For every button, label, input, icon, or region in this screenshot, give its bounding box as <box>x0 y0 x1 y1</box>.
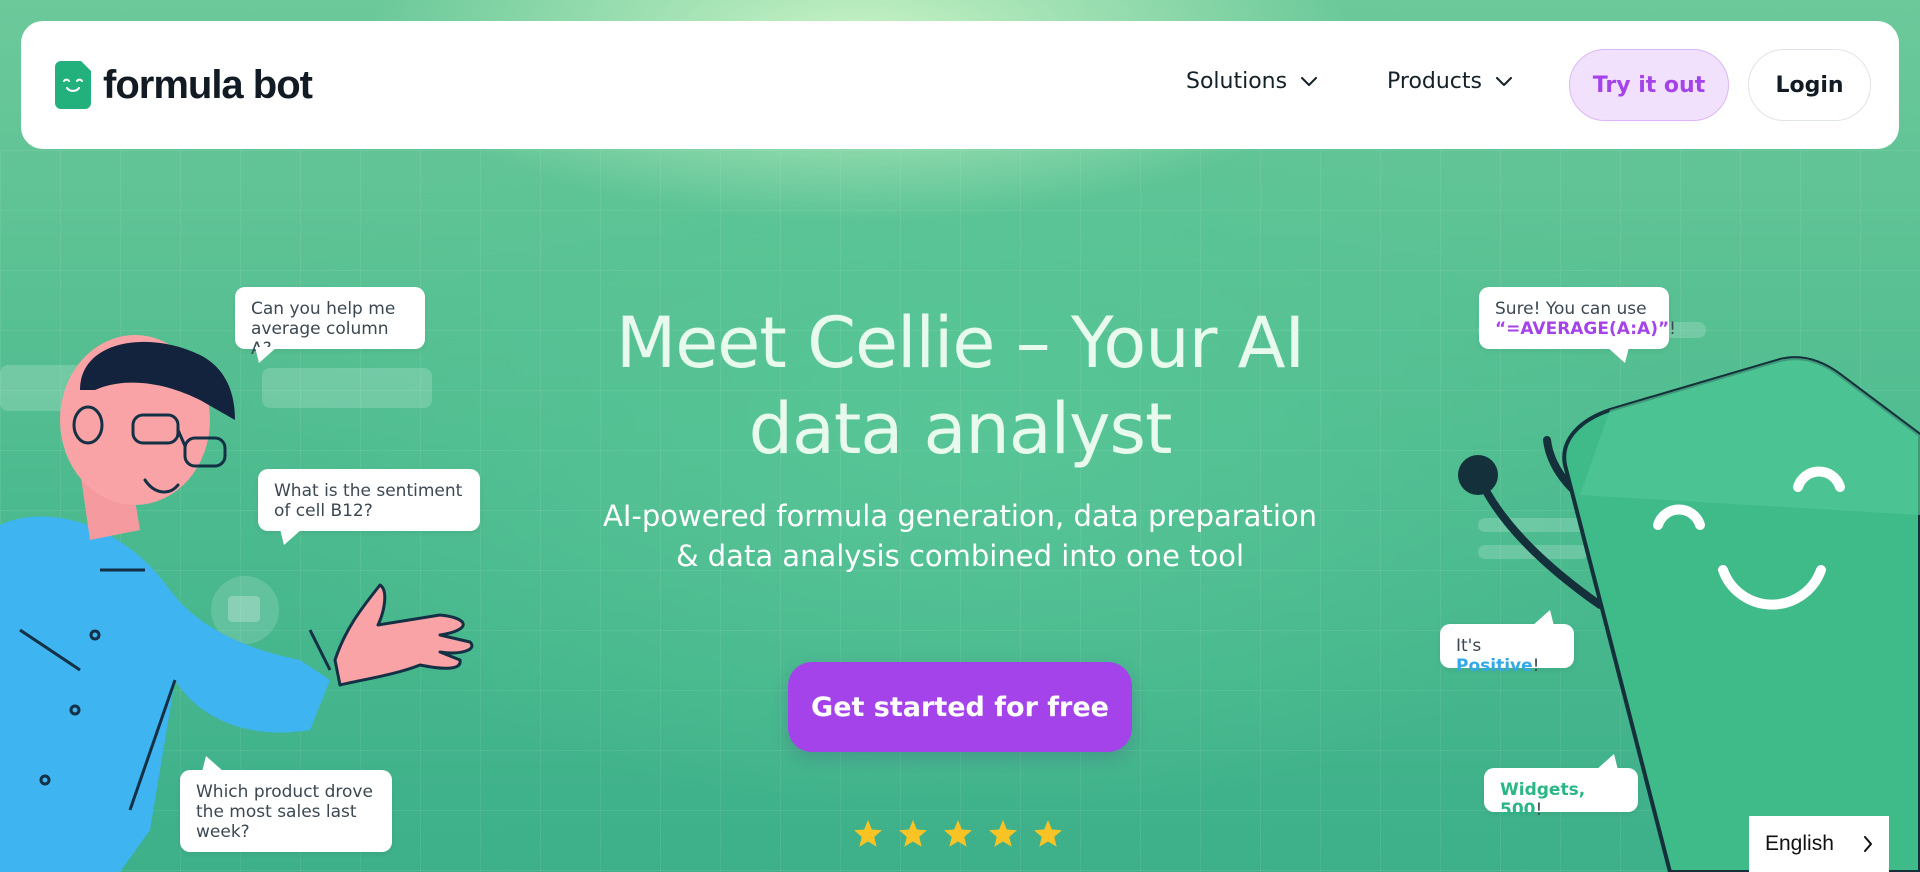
star-icon <box>989 820 1017 847</box>
hero-title: Meet Cellie – Your AI data analyst <box>560 300 1360 472</box>
chat-bubble-answer-average: Sure! You can use “=AVERAGE(A:A)”! <box>1479 287 1676 363</box>
chevron-right-icon <box>1864 836 1872 852</box>
bubble-tail <box>1596 754 1618 770</box>
hero-subtitle: AI-powered formula generation, data prep… <box>602 499 1317 573</box>
star-icon <box>854 820 882 847</box>
hero-title-line1: Meet Cellie – Your AI <box>615 302 1305 384</box>
bubble-text: What is the sentiment of cell B12? <box>274 481 463 521</box>
bubble-tail <box>255 347 277 363</box>
login-button[interactable]: Login <box>1748 49 1871 121</box>
nav-products-label: Products <box>1387 69 1482 94</box>
bubble-text-suffix: ! <box>1669 319 1676 339</box>
bubble-tail <box>1607 347 1629 363</box>
bubble-text-suffix: ! <box>1535 800 1543 820</box>
language-selector[interactable]: English <box>1749 816 1889 872</box>
bubble-text-prefix: It's <box>1456 636 1482 656</box>
nav-products[interactable]: Products <box>1387 69 1512 94</box>
language-current: English <box>1765 832 1834 855</box>
top-navbar: formula bot Solutions Products Try it ou… <box>21 21 1899 149</box>
chat-bubble-question-average: Can you help me average column A? <box>235 287 425 363</box>
bubble-text: Which product drove the most sales last … <box>196 782 373 842</box>
bubble-tail <box>1532 610 1554 626</box>
hero-title-line2: data analyst <box>748 388 1173 470</box>
chevron-down-icon <box>1496 76 1512 86</box>
bubble-text-prefix: Sure! You can use <box>1495 299 1647 319</box>
bubble-text-suffix: ! <box>1532 656 1540 676</box>
bubble-tail <box>202 756 224 772</box>
bubble-tail <box>280 529 302 545</box>
try-it-out-button[interactable]: Try it out <box>1569 49 1729 121</box>
get-started-button[interactable]: Get started for free <box>788 662 1132 752</box>
nav-solutions[interactable]: Solutions <box>1186 69 1318 94</box>
brand-logo[interactable]: formula bot <box>55 61 313 109</box>
rating-stars <box>852 818 1077 850</box>
star-icon <box>944 820 972 847</box>
chat-bubble-answer-product: Widgets, 500! <box>1484 754 1638 820</box>
logo-mark-icon <box>55 61 91 109</box>
formula-highlight: “=AVERAGE(A:A)” <box>1495 319 1670 339</box>
chevron-down-icon <box>1301 76 1318 86</box>
nav-solutions-label: Solutions <box>1186 69 1288 94</box>
chat-bubble-question-product: Which product drove the most sales last … <box>180 756 392 852</box>
star-icon <box>1034 820 1062 847</box>
star-icon <box>899 820 927 847</box>
chat-bubble-question-sentiment: What is the sentiment of cell B12? <box>258 469 480 545</box>
brand-name: formula bot <box>103 62 313 107</box>
chat-bubble-answer-sentiment: It's Positive! <box>1440 610 1574 676</box>
sentiment-highlight: Positive <box>1456 656 1533 676</box>
